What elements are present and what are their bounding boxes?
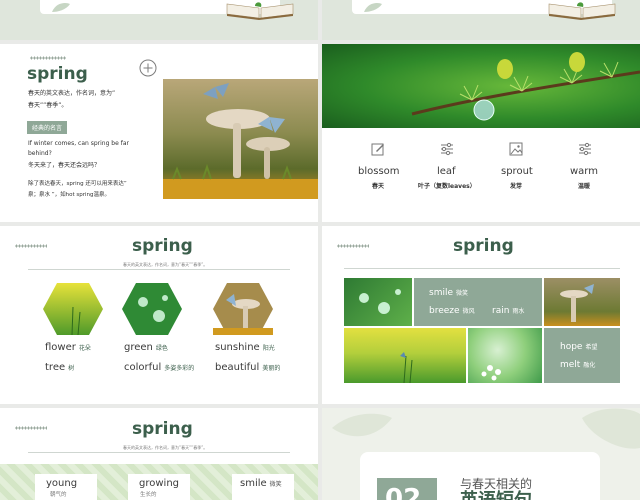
vocab-translation: 温暖 [578,183,591,190]
dotted-divider [15,426,47,430]
mushroom-butterfly-photo [163,79,318,199]
vocab-translation: 春天 [372,183,385,190]
slide-subtitle: 春天的英文表达，作名词，意为”春天””春季”。 [123,262,208,267]
hexagon-word: beautiful 美丽的 [215,362,281,373]
note-line-2: 泉；泉水 ”，如hot spring温泉。 [28,192,110,198]
vocab-word: leaf [437,166,456,177]
grid-word: melt 融化 [560,360,596,370]
vocab-word: blossom [358,166,400,177]
leaf-decoration-icon [52,2,70,12]
slide-thumb-vocabulary-icons[interactable]: blossom leaf sprout warm 春天 叶子（复数leaves）… [322,44,640,222]
hexagon-word: green 绿色 [124,342,168,353]
slide-thumb-photo-grid[interactable]: spring smile 微笑 breeze 微风 rain 雨水 hope 希望 me… [322,226,640,404]
hexagon-word: sunshine 阳光 [215,342,275,353]
dotted-divider [30,56,66,60]
card-word: smile 微笑 [240,478,282,489]
title-rule [344,268,620,269]
hexagon-dew-leaf [122,283,182,335]
grid-word: breeze 微风 [429,306,475,316]
hexagon-word: flower 花朵 [45,342,91,353]
dew-leaf-photo [344,278,412,326]
slide-thumb-top-left[interactable] [0,0,318,40]
definition-line-2: 春天””春季”。 [28,102,68,109]
slide-title: spring [132,419,193,439]
quote-line-3: 冬天来了，春天还会远吗？ [28,162,101,169]
dotted-divider [337,244,369,248]
word-box-bottom [544,328,620,383]
title-rule [28,452,290,453]
green-blossom-photo [468,328,542,383]
open-book-icon [548,2,616,20]
vocab-word: warm [570,166,598,177]
hexagon-word: tree 树 [45,362,75,373]
card-word: growing [139,478,179,489]
quote-badge: 经典的名言 [27,121,68,134]
card-translation: 生长的 [140,492,157,498]
leaf-decoration-icon [364,2,382,12]
grid-word: rain 雨水 [492,306,525,316]
open-book-icon [226,2,294,20]
word-box-top [414,278,542,326]
slide-subtitle: 春天的英文表达，作名词，意为”春天””春季”。 [123,445,208,450]
slide-thumb-top-right[interactable] [322,0,640,40]
note-line-1: 除了表达春天，spring 还可以用来表达” [28,181,127,187]
sliders-icon [441,142,453,156]
card-word: young [46,478,78,489]
quote-line-1: If winter comes, can spring be far [28,140,129,147]
vocab-translation: 发芽 [510,183,523,190]
slide-thumb-word-cards[interactable]: spring 春天的英文表达，作名词，意为”春天””春季”。 young 朝气的… [0,408,318,500]
slide-thumb-spring-definition[interactable]: spring 春天的英文表达，作名词，意为” 春天””春季”。 经典的名言 If… [0,44,318,222]
section-number: 02 [385,484,422,500]
mushroom-photo [544,278,620,326]
slide-thumb-hexagon-words[interactable]: spring 春天的英文表达，作名词，意为”春天””春季”。 flower 花朵 … [0,226,318,404]
plus-circle-icon[interactable] [139,59,157,77]
section-heading-line-2: 英语短句 [460,492,532,500]
title-rule [28,269,290,270]
hexagon-mushroom [213,283,273,335]
quote-line-2: behind? [28,150,52,157]
card-translation: 朝气的 [50,492,67,498]
sliders-icon [579,142,591,156]
yellow-field-photo [344,328,466,383]
pine-branch-dew-photo [322,44,640,128]
slide-thumb-section-header[interactable]: 02 与春天相关的 英语短句 [322,408,640,500]
slide-title: spring [453,236,514,256]
grid-word: smile 微笑 [429,288,469,298]
edit-icon [371,143,384,156]
hexagon-word: colorful 多姿多彩的 [124,362,195,373]
section-number-box: 02 [377,478,437,500]
slide-title: spring [27,64,88,84]
image-icon [509,142,523,156]
grid-word: hope 希望 [560,342,598,352]
dotted-divider [15,244,47,248]
hexagon-yellow-field [43,283,103,336]
slide-title: spring [132,236,193,256]
vocab-word: sprout [501,166,533,177]
vocab-translation: 叶子（复数leaves） [418,183,476,190]
definition-line-1: 春天的英文表达，作名词，意为” [28,90,116,97]
